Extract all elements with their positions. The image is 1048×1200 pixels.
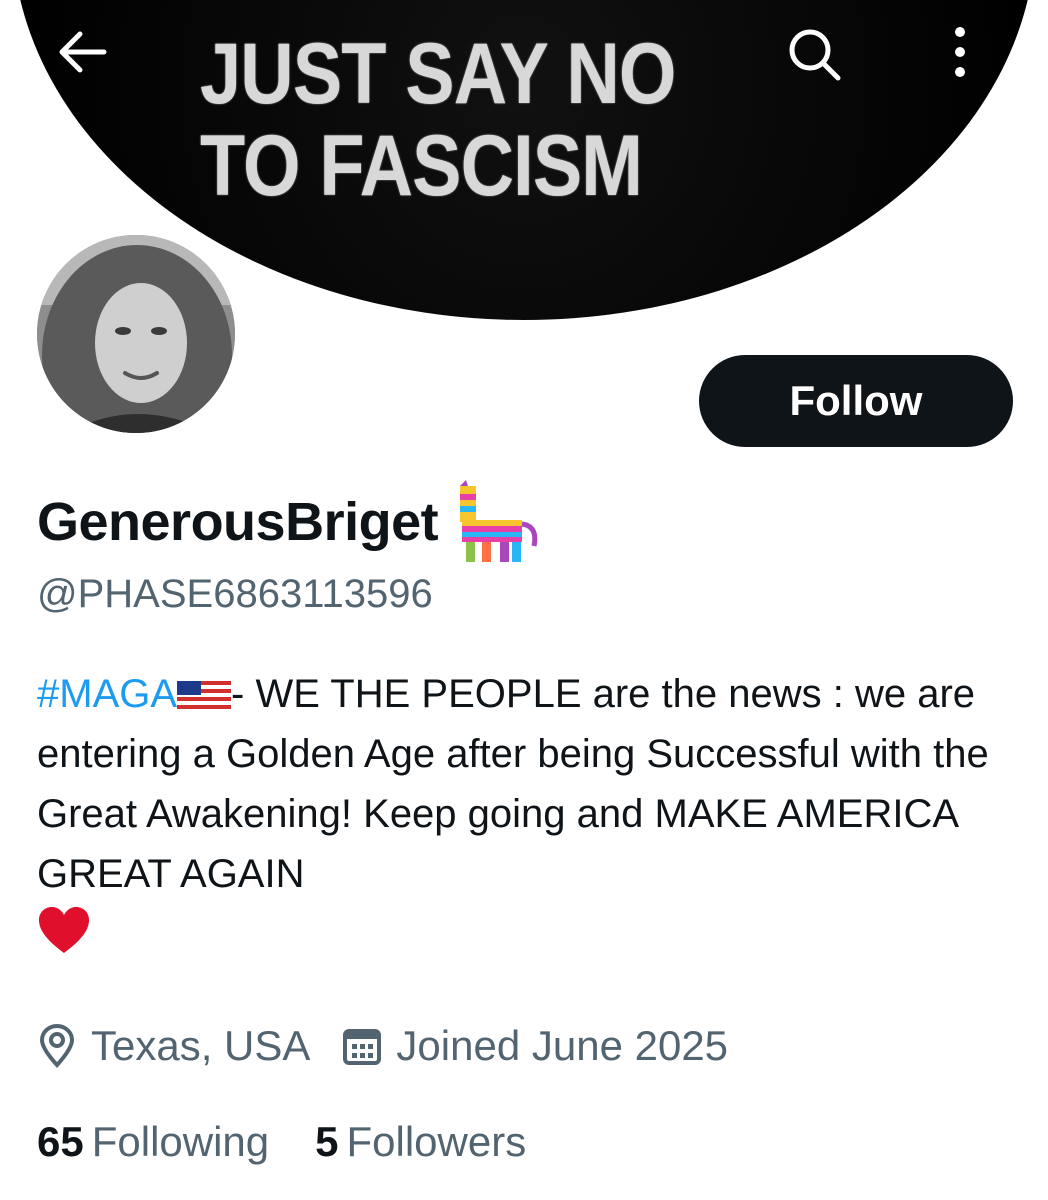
search-button[interactable] <box>782 22 846 86</box>
joined-text: Joined June 2025 <box>396 1022 729 1069</box>
profile-meta: Texas, USA Joined June 2025 <box>37 1022 760 1070</box>
display-name: GenerousBriget <box>37 480 542 564</box>
back-button[interactable] <box>50 20 114 84</box>
more-vertical-icon <box>955 27 965 77</box>
us-flag-icon <box>177 681 232 709</box>
search-icon <box>789 29 841 81</box>
location-text: Texas, USA <box>91 1022 311 1069</box>
user-handle: @PHASE6863113596 <box>37 572 433 616</box>
follow-button[interactable]: Follow <box>699 355 1013 447</box>
followers-link[interactable]: 5 Followers <box>315 1118 526 1166</box>
calendar-icon <box>343 1029 382 1065</box>
following-count: 65 <box>37 1118 84 1165</box>
red-heart-icon <box>39 907 89 953</box>
avatar[interactable] <box>28 226 244 442</box>
banner-text: JUST SAY NO TO FASCISM <box>200 26 676 214</box>
followers-label: Followers <box>346 1118 527 1165</box>
location-pin-icon <box>39 1024 75 1068</box>
more-options-button[interactable] <box>928 20 992 84</box>
arrow-left-icon <box>59 31 107 73</box>
profile-bio: #MAGA - WE THE PEOPLE are the news : we … <box>37 664 1027 964</box>
following-link[interactable]: 65 Following <box>37 1118 269 1166</box>
profile-stats: 65 Following 5 Followers <box>37 1118 572 1166</box>
display-name-text: GenerousBriget <box>37 492 439 552</box>
avatar-photo <box>37 235 235 433</box>
hashtag-link[interactable]: #MAGA <box>37 672 177 716</box>
followers-count: 5 <box>315 1118 339 1165</box>
pinata-icon <box>460 480 538 562</box>
following-label: Following <box>91 1118 270 1165</box>
location-item: Texas, USA <box>37 1022 310 1070</box>
joined-item: Joined June 2025 <box>342 1022 728 1070</box>
